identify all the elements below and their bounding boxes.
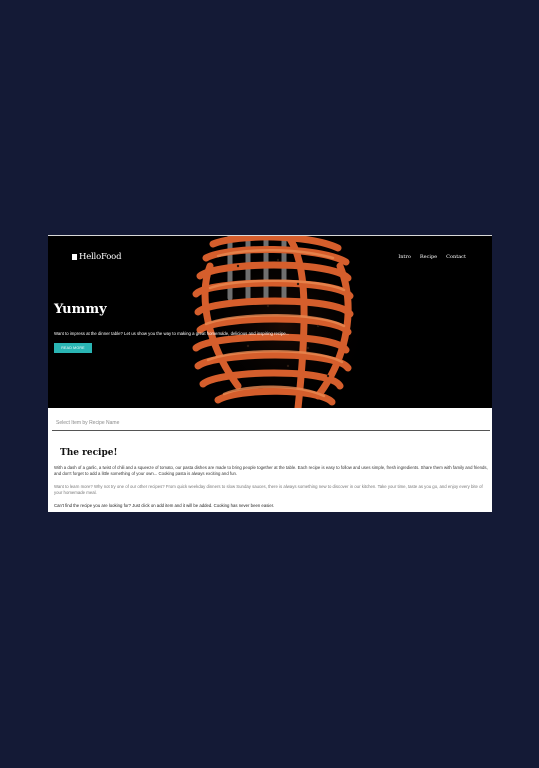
recipe-title: The recipe! [60,448,118,458]
brand-name: HelloFood [79,252,122,262]
website-preview: HelloFood Intro Recipe Contact Yummy Wan… [48,235,492,512]
hero-description: Want to impress at the dinner table? Let… [54,331,290,336]
nav-item-contact[interactable]: Contact [446,254,466,260]
recipe-paragraph: Want to learn more? Why not try one of o… [54,484,483,496]
nav-item-recipe[interactable]: Recipe [420,254,437,260]
recipe-paragraph: Can't find the recipe you are looking fo… [54,503,275,508]
main-nav: Intro Recipe Contact [398,254,466,260]
nav-item-intro[interactable]: Intro [398,254,411,260]
hero-section: HelloFood Intro Recipe Contact Yummy Wan… [48,236,492,408]
brand-logo[interactable]: HelloFood [72,252,122,262]
logo-square-icon [72,254,77,260]
read-more-button[interactable]: READ MORE [54,343,92,353]
recipe-paragraph: With a dash of a garlic, a twist of chil… [54,465,488,477]
hero-title: Yummy [54,302,107,317]
recipe-search-input[interactable] [52,415,490,431]
